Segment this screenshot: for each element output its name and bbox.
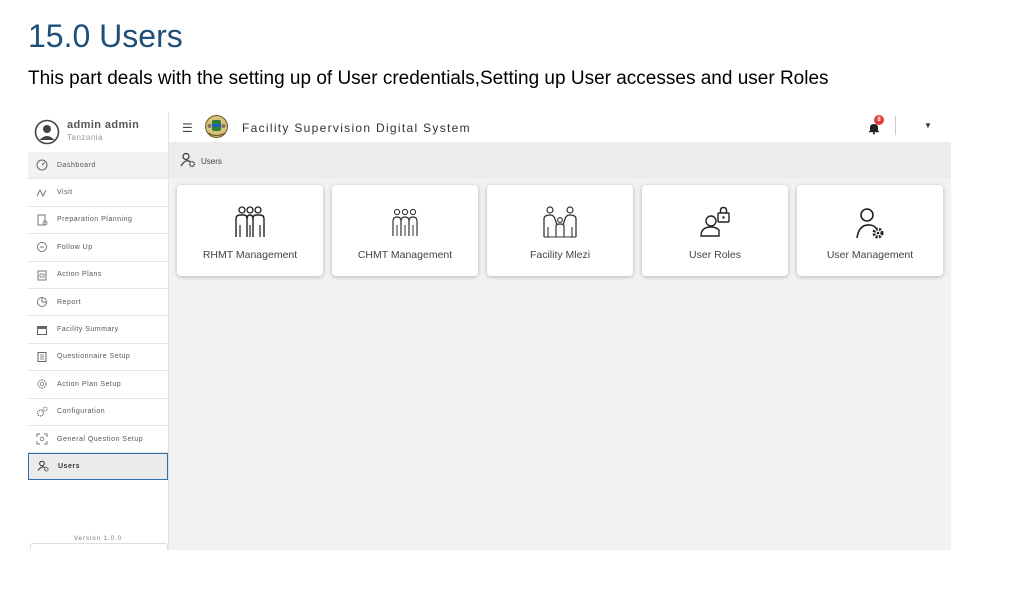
card-user-management[interactable]: User Management <box>797 185 943 276</box>
user-gear-icon <box>180 152 196 168</box>
sidebar-item-visit[interactable]: Visit <box>28 179 168 207</box>
coat-of-arms-logo <box>205 115 228 138</box>
card-label: Facility Mlezi <box>529 249 591 261</box>
user-gear-icon <box>37 461 49 473</box>
sidebar-item-label: Report <box>57 298 82 306</box>
family-icon <box>543 206 577 238</box>
sidebar-item-label: Facility Summary <box>57 326 119 334</box>
gears-icon <box>36 406 48 417</box>
document-icon <box>37 214 48 226</box>
card-label: User Roles <box>689 249 741 261</box>
user-lock-icon <box>700 206 730 237</box>
route-icon <box>36 188 47 197</box>
sidebar-item-follow-up[interactable]: Follow Up <box>28 234 168 262</box>
sidebar-item-label: Users <box>58 462 80 470</box>
sidebar-item-label: Dashboard <box>57 161 96 169</box>
group-icon <box>235 206 265 237</box>
sidebar-item-users[interactable]: Users <box>28 453 168 480</box>
breadcrumb-label: Users <box>201 157 222 166</box>
document-intro: This part deals with the setting up of U… <box>28 68 829 89</box>
version-label: Version 1.0.0 <box>73 536 123 542</box>
sidebar-item-label: General Question Setup <box>57 435 144 443</box>
sidebar-item-label: Configuration <box>57 408 106 416</box>
sidebar-item-configuration[interactable]: Configuration <box>28 399 168 426</box>
avatar <box>34 119 60 145</box>
system-title: Facility Supervision Digital System <box>242 121 471 135</box>
profile[interactable]: admin admin Tanzania <box>28 112 168 152</box>
sidebar-item-label: Questionnaire Setup <box>57 353 131 361</box>
sidebar-item-label: Follow Up <box>57 243 93 251</box>
notification-badge: 8 <box>874 115 884 125</box>
sidebar-item-label: Action Plans <box>57 271 102 279</box>
user-name: admin admin <box>67 119 140 131</box>
sidebar-item-action-plans[interactable]: Action Plans <box>28 262 168 289</box>
sidebar: admin admin Tanzania Dashboard Visit Pre… <box>28 112 169 550</box>
sidebar-item-action-plan-setup[interactable]: Action Plan Setup <box>28 371 168 399</box>
sidebar-item-label: Preparation Planning <box>57 216 133 224</box>
card-chmt-management[interactable]: CHMT Management <box>332 185 478 276</box>
gear-icon <box>37 379 47 390</box>
card-rhmt-management[interactable]: RHMT Management <box>177 185 323 276</box>
sidebar-item-preparation-planning[interactable]: Preparation Planning <box>28 207 168 235</box>
card-user-roles[interactable]: User Roles <box>642 185 788 276</box>
scan-icon <box>36 433 48 445</box>
card-label: User Management <box>826 249 914 261</box>
card-facility-mlezi[interactable]: Facility Mlezi <box>487 185 633 276</box>
hamburger-menu-icon[interactable]: ☰ <box>182 121 193 135</box>
sidebar-nav: Dashboard Visit Preparation Planning Fol… <box>28 152 168 480</box>
pie-chart-icon <box>37 297 47 308</box>
document-heading: 15.0 Users <box>28 18 183 54</box>
sidebar-item-facility-summary[interactable]: Facility Summary <box>28 316 168 344</box>
card-label: RHMT Management <box>202 249 298 261</box>
sidebar-item-label: Visit <box>57 189 73 197</box>
sidebar-item-questionnaire-setup[interactable]: Questionnaire Setup <box>28 344 168 372</box>
header-divider <box>895 116 896 135</box>
sidebar-item-report[interactable]: Report <box>28 289 168 317</box>
sidebar-footer <box>30 543 168 550</box>
user-region: Tanzania <box>67 133 104 142</box>
team-icon <box>392 208 418 236</box>
sidebar-item-dashboard[interactable]: Dashboard <box>28 152 168 180</box>
top-bar: ☰ Facility Supervision Digital System 8 … <box>169 112 951 142</box>
clipboard-icon <box>37 270 47 281</box>
card-label: CHMT Management <box>357 249 453 261</box>
main-content: Users RHMT Management CHMT Management Fa… <box>169 142 951 550</box>
account-dropdown-icon[interactable]: ▼ <box>924 121 932 130</box>
user-gear-icon <box>856 208 884 239</box>
clock-icon <box>37 242 47 253</box>
calendar-icon <box>37 325 47 335</box>
sidebar-item-label: Action Plan Setup <box>57 380 122 388</box>
list-icon <box>37 351 47 362</box>
sidebar-item-general-question-setup[interactable]: General Question Setup <box>28 426 168 454</box>
breadcrumb: Users <box>169 142 951 178</box>
gauge-icon <box>36 159 48 171</box>
app-window: admin admin Tanzania Dashboard Visit Pre… <box>28 112 951 550</box>
